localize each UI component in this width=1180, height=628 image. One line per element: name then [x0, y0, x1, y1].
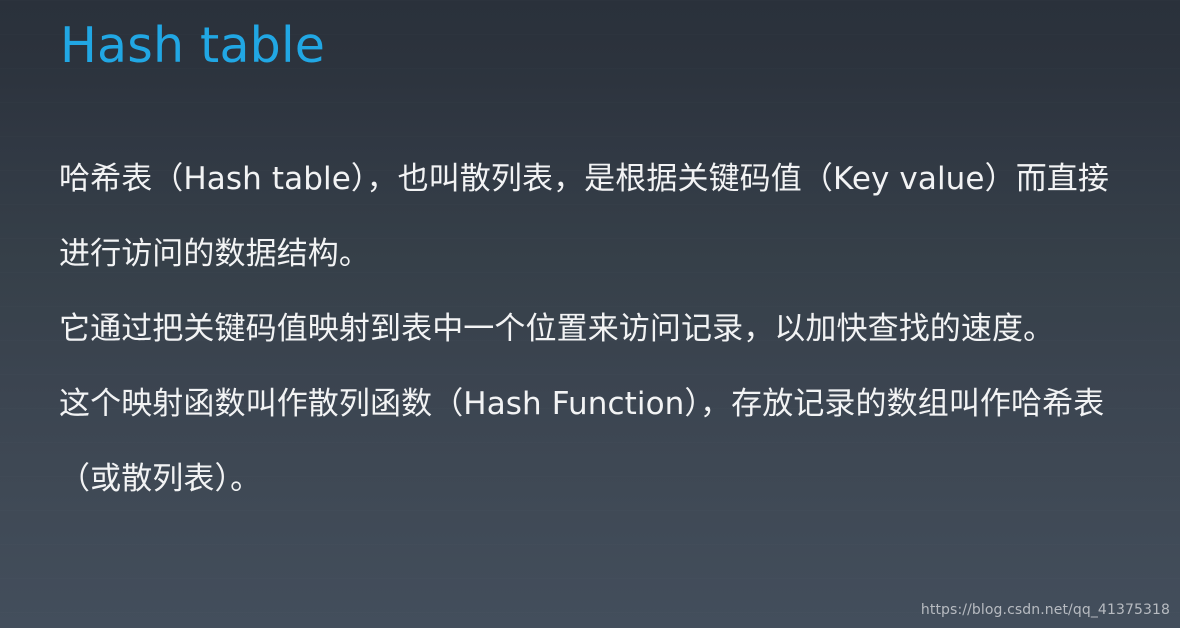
- page-title: Hash table: [60, 17, 326, 74]
- slide-body: 哈希表（Hash table），也叫散列表，是根据关键码值（Key value）…: [59, 142, 1117, 517]
- watermark-url: https://blog.csdn.net/qq_41375318: [920, 602, 1170, 618]
- body-paragraph-1: 哈希表（Hash table），也叫散列表，是根据关键码值（Key value）…: [59, 161, 1110, 272]
- presentation-slide: Hash table 哈希表（Hash table），也叫散列表，是根据关键码值…: [0, 0, 1180, 628]
- body-paragraph-3: 这个映射函数叫作散列函数（Hash Function），存放记录的数组叫作哈希表…: [59, 386, 1105, 497]
- body-paragraph-2: 它通过把关键码值映射到表中一个位置来访问记录，以加快查找的速度。: [59, 311, 1055, 347]
